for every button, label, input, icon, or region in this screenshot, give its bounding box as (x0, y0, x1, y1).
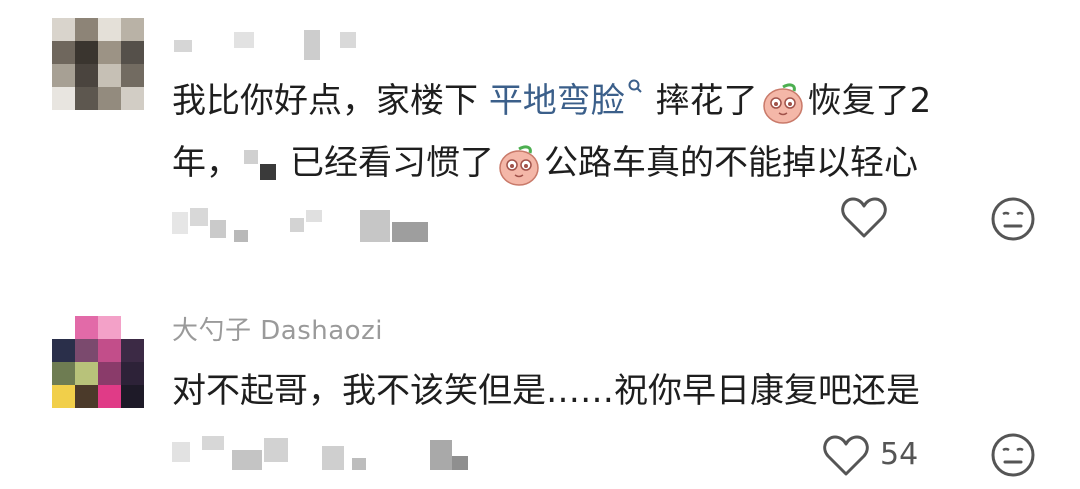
avatar[interactable] (52, 316, 144, 408)
topic-link[interactable]: 平地弯脸 (489, 79, 645, 121)
peach-emoji-icon (762, 82, 803, 124)
heart-icon[interactable] (822, 434, 870, 478)
username[interactable]: 大勺子 Dashaozi (172, 310, 383, 347)
comment-meta-mosaic (172, 208, 442, 242)
like-count: 54 (880, 437, 919, 472)
heart-icon[interactable] (840, 196, 888, 240)
neutral-face-icon[interactable] (990, 432, 1036, 478)
link-search-icon (628, 79, 642, 93)
peach-emoji-icon (499, 144, 539, 186)
comment-text: 我比你好点，家楼下 平地弯脸 摔花了 恢复了2 年， 已经看习惯了 公路车真的不能… (172, 70, 1032, 194)
comment-text: 对不起哥，我不该笑但是……祝你早日康复吧还是 (172, 371, 920, 411)
comment-2: 大勺子 Dashaozi 对不起哥，我不该笑但是……祝你早日康复吧还是 54 (0, 270, 1080, 489)
comment-meta-mosaic (172, 436, 472, 470)
avatar[interactable] (52, 18, 144, 110)
username-mosaic[interactable] (172, 28, 372, 62)
comment-1: 我比你好点，家楼下 平地弯脸 摔花了 恢复了2 年， 已经看习惯了 公路车真的不能… (0, 0, 1080, 270)
neutral-face-icon[interactable] (990, 196, 1036, 242)
